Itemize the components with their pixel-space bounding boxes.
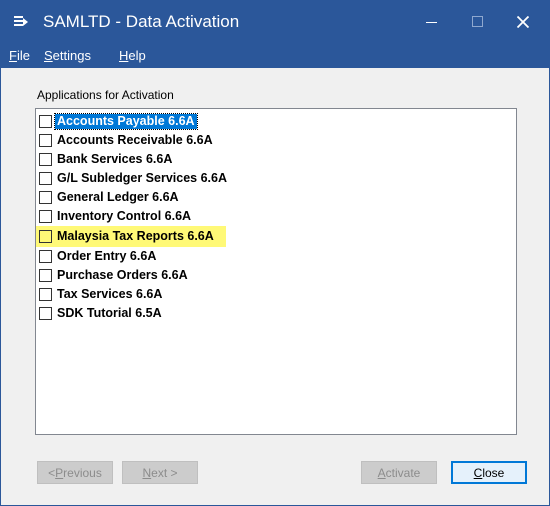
close-window-button[interactable]	[500, 0, 546, 44]
list-item-label: SDK Tutorial 6.5A	[57, 306, 162, 320]
menu-bar: File Settings Help	[1, 44, 550, 68]
list-item-bank-services[interactable]: Bank Services 6.6A	[39, 151, 174, 168]
next-button[interactable]: Next >	[122, 461, 198, 484]
list-item-order-entry[interactable]: Order Entry 6.6A	[39, 248, 158, 265]
close-button[interactable]: Close	[451, 461, 527, 484]
activate-button-mnemonic: A	[377, 465, 386, 480]
menu-file-label: ile	[16, 48, 30, 63]
previous-button[interactable]: < Previous	[37, 461, 113, 484]
list-item-label: General Ledger 6.6A	[57, 190, 179, 204]
list-item-label: Purchase Orders 6.6A	[57, 268, 188, 282]
app-icon	[14, 16, 28, 26]
list-item-label: Accounts Receivable 6.6A	[57, 133, 213, 147]
list-item-label: Accounts Payable 6.6A	[54, 113, 198, 130]
minimize-button[interactable]	[408, 0, 454, 44]
menu-help[interactable]: Help	[119, 48, 146, 63]
menu-file[interactable]: File	[9, 48, 30, 63]
activate-button[interactable]: Activate	[361, 461, 437, 484]
list-item-general-ledger[interactable]: General Ledger 6.6A	[39, 189, 181, 206]
menu-settings[interactable]: Settings	[44, 48, 91, 63]
checkbox[interactable]	[39, 153, 52, 166]
checkbox[interactable]	[39, 288, 52, 301]
applications-group-label: Applications for Activation	[37, 88, 174, 102]
list-item-inventory-control[interactable]: Inventory Control 6.6A	[39, 208, 193, 225]
applications-listbox[interactable]: Accounts Payable 6.6A Accounts Receivabl…	[35, 108, 517, 435]
next-button-mnemonic: N	[142, 465, 152, 480]
checkbox[interactable]	[39, 115, 52, 128]
checkbox[interactable]	[39, 307, 52, 320]
list-item-purchase-orders[interactable]: Purchase Orders 6.6A	[39, 267, 190, 284]
checkbox[interactable]	[39, 134, 52, 147]
list-item-malaysia-tax-reports[interactable]: Malaysia Tax Reports 6.6A	[36, 226, 226, 247]
menu-help-mnemonic: H	[119, 48, 129, 63]
checkbox[interactable]	[39, 191, 52, 204]
close-button-mnemonic: C	[473, 465, 483, 480]
list-item-label: Bank Services 6.6A	[57, 152, 173, 166]
menu-settings-mnemonic: S	[44, 48, 53, 63]
activate-button-label: ctivate	[385, 465, 421, 480]
checkbox[interactable]	[39, 172, 52, 185]
data-activation-window: SAMLTD - Data Activation File Settings H…	[0, 0, 550, 506]
checkbox[interactable]	[39, 230, 52, 243]
title-bar[interactable]: SAMLTD - Data Activation	[1, 0, 550, 44]
list-item-label: Inventory Control 6.6A	[57, 209, 192, 223]
menu-file-mnemonic: F	[9, 48, 17, 63]
list-item-label: Malaysia Tax Reports 6.6A	[57, 229, 214, 243]
close-button-label: lose	[482, 465, 505, 480]
checkbox[interactable]	[39, 210, 52, 223]
list-item-accounts-receivable[interactable]: Accounts Receivable 6.6A	[39, 132, 215, 149]
close-icon	[517, 16, 529, 28]
previous-button-prefix: <	[48, 465, 56, 480]
next-button-label: ext >	[151, 465, 178, 480]
list-item-accounts-payable[interactable]: Accounts Payable 6.6A	[39, 113, 198, 130]
list-item-gl-subledger-services[interactable]: G/L Subledger Services 6.6A	[39, 170, 229, 187]
list-item-sdk-tutorial[interactable]: SDK Tutorial 6.5A	[39, 305, 164, 322]
list-item-label: Tax Services 6.6A	[57, 287, 163, 301]
menu-help-label: elp	[128, 48, 146, 63]
list-item-label: Order Entry 6.6A	[57, 249, 157, 263]
checkbox[interactable]	[39, 250, 52, 263]
list-item-tax-services[interactable]: Tax Services 6.6A	[39, 286, 164, 303]
menu-settings-label: ettings	[52, 48, 91, 63]
window-title: SAMLTD - Data Activation	[43, 12, 240, 31]
previous-button-mnemonic: P	[55, 465, 64, 480]
maximize-button	[454, 0, 500, 44]
checkbox[interactable]	[39, 269, 52, 282]
list-item-label: G/L Subledger Services 6.6A	[57, 171, 227, 185]
previous-button-label: revious	[63, 465, 102, 480]
